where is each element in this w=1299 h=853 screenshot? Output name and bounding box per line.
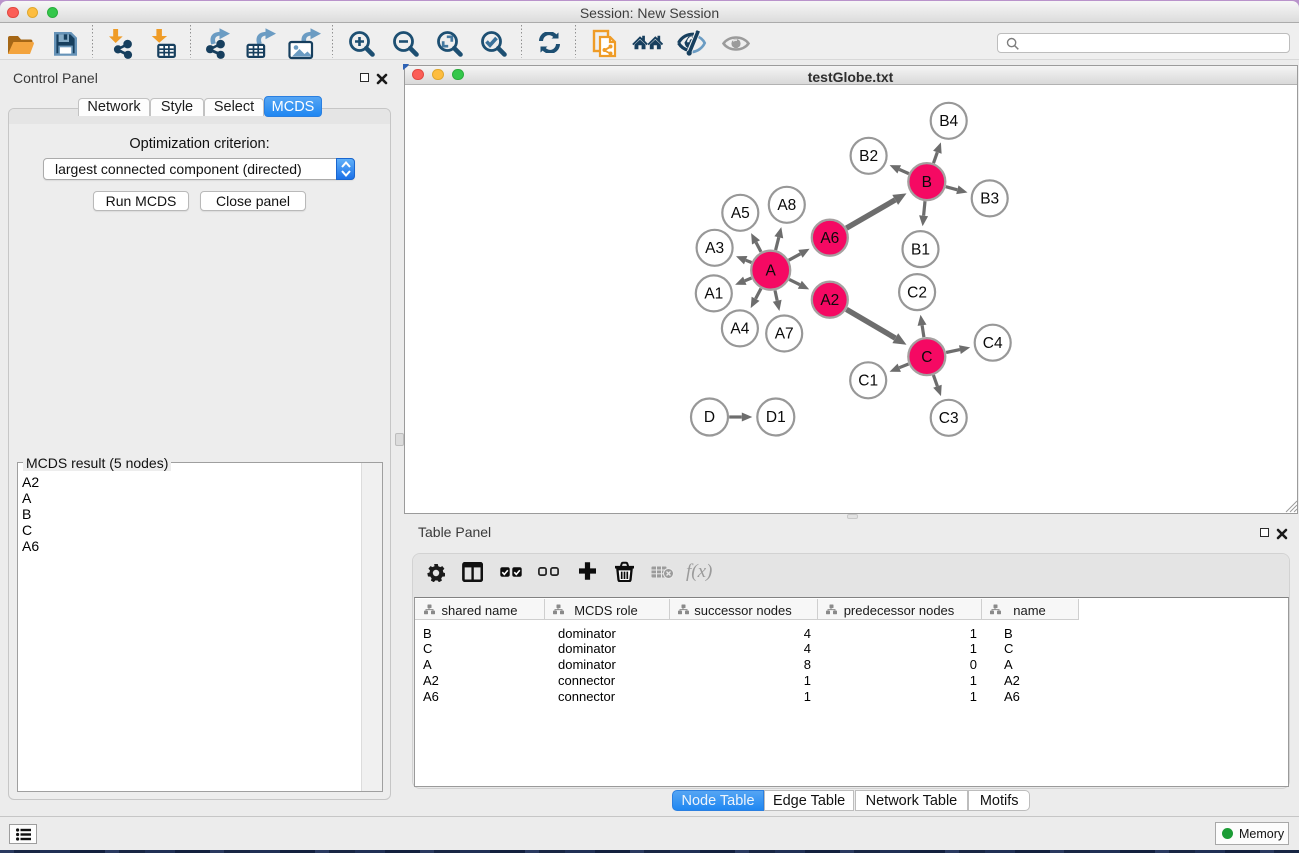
svg-text:A1: A1 [704, 286, 723, 303]
svg-text:A5: A5 [731, 205, 750, 222]
svg-text:A6: A6 [820, 230, 839, 247]
svg-text:D: D [704, 409, 715, 426]
svg-text:C1: C1 [858, 373, 878, 390]
svg-text:C: C [921, 349, 932, 366]
svg-text:C3: C3 [939, 410, 959, 427]
svg-text:D1: D1 [766, 409, 786, 426]
svg-text:B: B [922, 174, 932, 191]
svg-text:A8: A8 [777, 197, 796, 214]
svg-text:B1: B1 [911, 241, 930, 258]
svg-text:B4: B4 [939, 113, 958, 130]
svg-text:A3: A3 [705, 240, 724, 257]
svg-text:A2: A2 [820, 292, 839, 309]
svg-text:B3: B3 [980, 191, 999, 208]
svg-text:A4: A4 [730, 321, 749, 338]
svg-text:C4: C4 [983, 335, 1003, 352]
svg-text:B2: B2 [859, 148, 878, 165]
svg-text:A: A [766, 262, 777, 279]
svg-text:C2: C2 [907, 284, 927, 301]
svg-text:A7: A7 [775, 326, 794, 343]
